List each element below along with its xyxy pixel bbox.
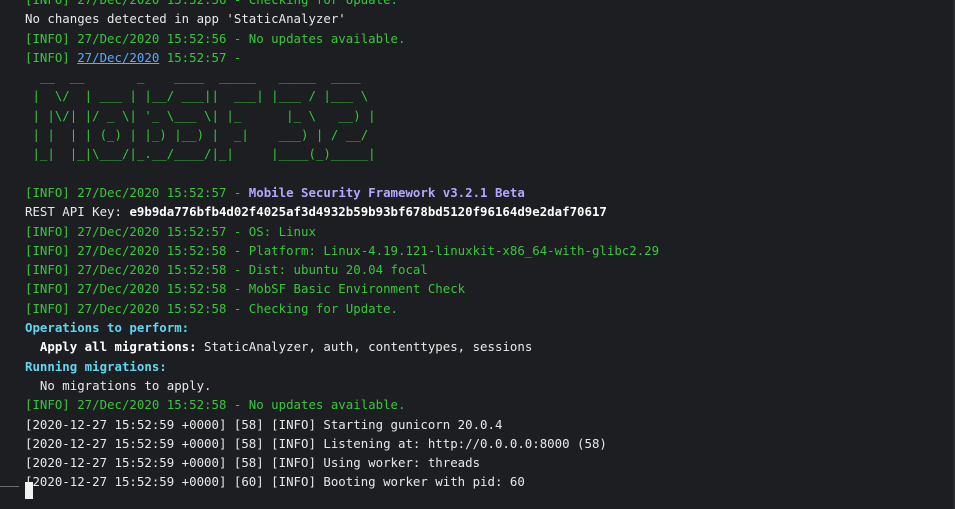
banner-line: | | | | (_) | |_) |__) | _| ___) | / __/	[25, 127, 369, 143]
log-line: [2020-12-27 15:52:59 +0000] [58] [INFO] …	[25, 435, 607, 451]
api-key-label: REST API Key:	[25, 204, 130, 220]
log-line: [INFO] 27/Dec/2020 15:52:57 - Mobile Sec…	[25, 183, 955, 202]
log-line: [INFO] 27/Dec/2020 15:52:56 - No updates…	[25, 30, 406, 46]
migration-label: Apply all migrations:	[25, 339, 205, 355]
api-key-line: REST API Key: e9b9da776bfb4d02f4025af3d4…	[25, 202, 955, 221]
log-prefix: [INFO] 27/Dec/2020 15:52:57 -	[25, 184, 249, 200]
terminal-output: [INFO] 27/Dec/2020 15:52:56 - Checking f…	[25, 0, 955, 492]
migration-apps: StaticAnalyzer, auth, contenttypes, sess…	[204, 339, 533, 355]
log-line: [INFO] 27/Dec/2020 15:52:58 - Checking f…	[25, 300, 398, 316]
log-line: [INFO] 27/Dec/2020 15:52:58 - Dist: ubun…	[25, 262, 428, 278]
banner-line: | \/ | ___ | |__/ ___|| ___| |___ / |___…	[25, 88, 369, 104]
terminal-window[interactable]: [INFO] 27/Dec/2020 15:52:56 - Checking f…	[0, 0, 955, 509]
log-line: [INFO] 27/Dec/2020 15:52:58 - MobSF Basi…	[25, 281, 466, 297]
log-line: No migrations to apply.	[25, 377, 212, 393]
log-line: [INFO] 27/Dec/2020 15:52:57 -	[25, 48, 955, 67]
api-key-value: e9b9da776bfb4d02f4025af3d4932b59b93bf678…	[129, 204, 607, 220]
ascii-banner: __ __ _ ____ _____ _____ ____ | \/ | ___…	[25, 67, 955, 163]
section-heading: Running migrations:	[25, 358, 167, 374]
terminal-cursor	[25, 482, 33, 499]
log-line: [INFO] 27/Dec/2020 15:52:58 - Platform: …	[25, 242, 660, 258]
banner-line: __ __ _ ____ _____ _____ ____	[25, 69, 361, 85]
log-line: [2020-12-27 15:52:59 +0000] [60] [INFO] …	[25, 474, 525, 490]
log-line: [INFO] 27/Dec/2020 15:52:58 - No updates…	[25, 397, 406, 413]
banner-line: | |\/| |/ _ \| '_ \___ \| |_ |_ \ __) |	[25, 107, 376, 123]
log-suffix: 15:52:57 -	[159, 49, 242, 65]
log-line: [INFO] 27/Dec/2020 15:52:56 - Checking f…	[25, 0, 955, 9]
log-line: [INFO] 27/Dec/2020 15:52:57 - OS: Linux	[25, 223, 316, 239]
banner-line: |_| |_|\___/|_.__/____/|_| |____(_)_____…	[25, 146, 376, 162]
migration-line: Apply all migrations: StaticAnalyzer, au…	[25, 337, 955, 356]
date-link[interactable]: 27/Dec/2020	[77, 50, 159, 65]
framework-version: Mobile Security Framework v3.2.1 Beta	[248, 184, 525, 200]
log-line: [2020-12-27 15:52:59 +0000] [58] [INFO] …	[25, 455, 481, 471]
log-line: No changes detected in app 'StaticAnalyz…	[25, 11, 346, 27]
log-prefix: [INFO]	[25, 49, 78, 65]
pane-divider	[0, 486, 19, 487]
section-heading: Operations to perform:	[25, 320, 190, 336]
log-line: [2020-12-27 15:52:59 +0000] [58] [INFO] …	[25, 416, 503, 432]
